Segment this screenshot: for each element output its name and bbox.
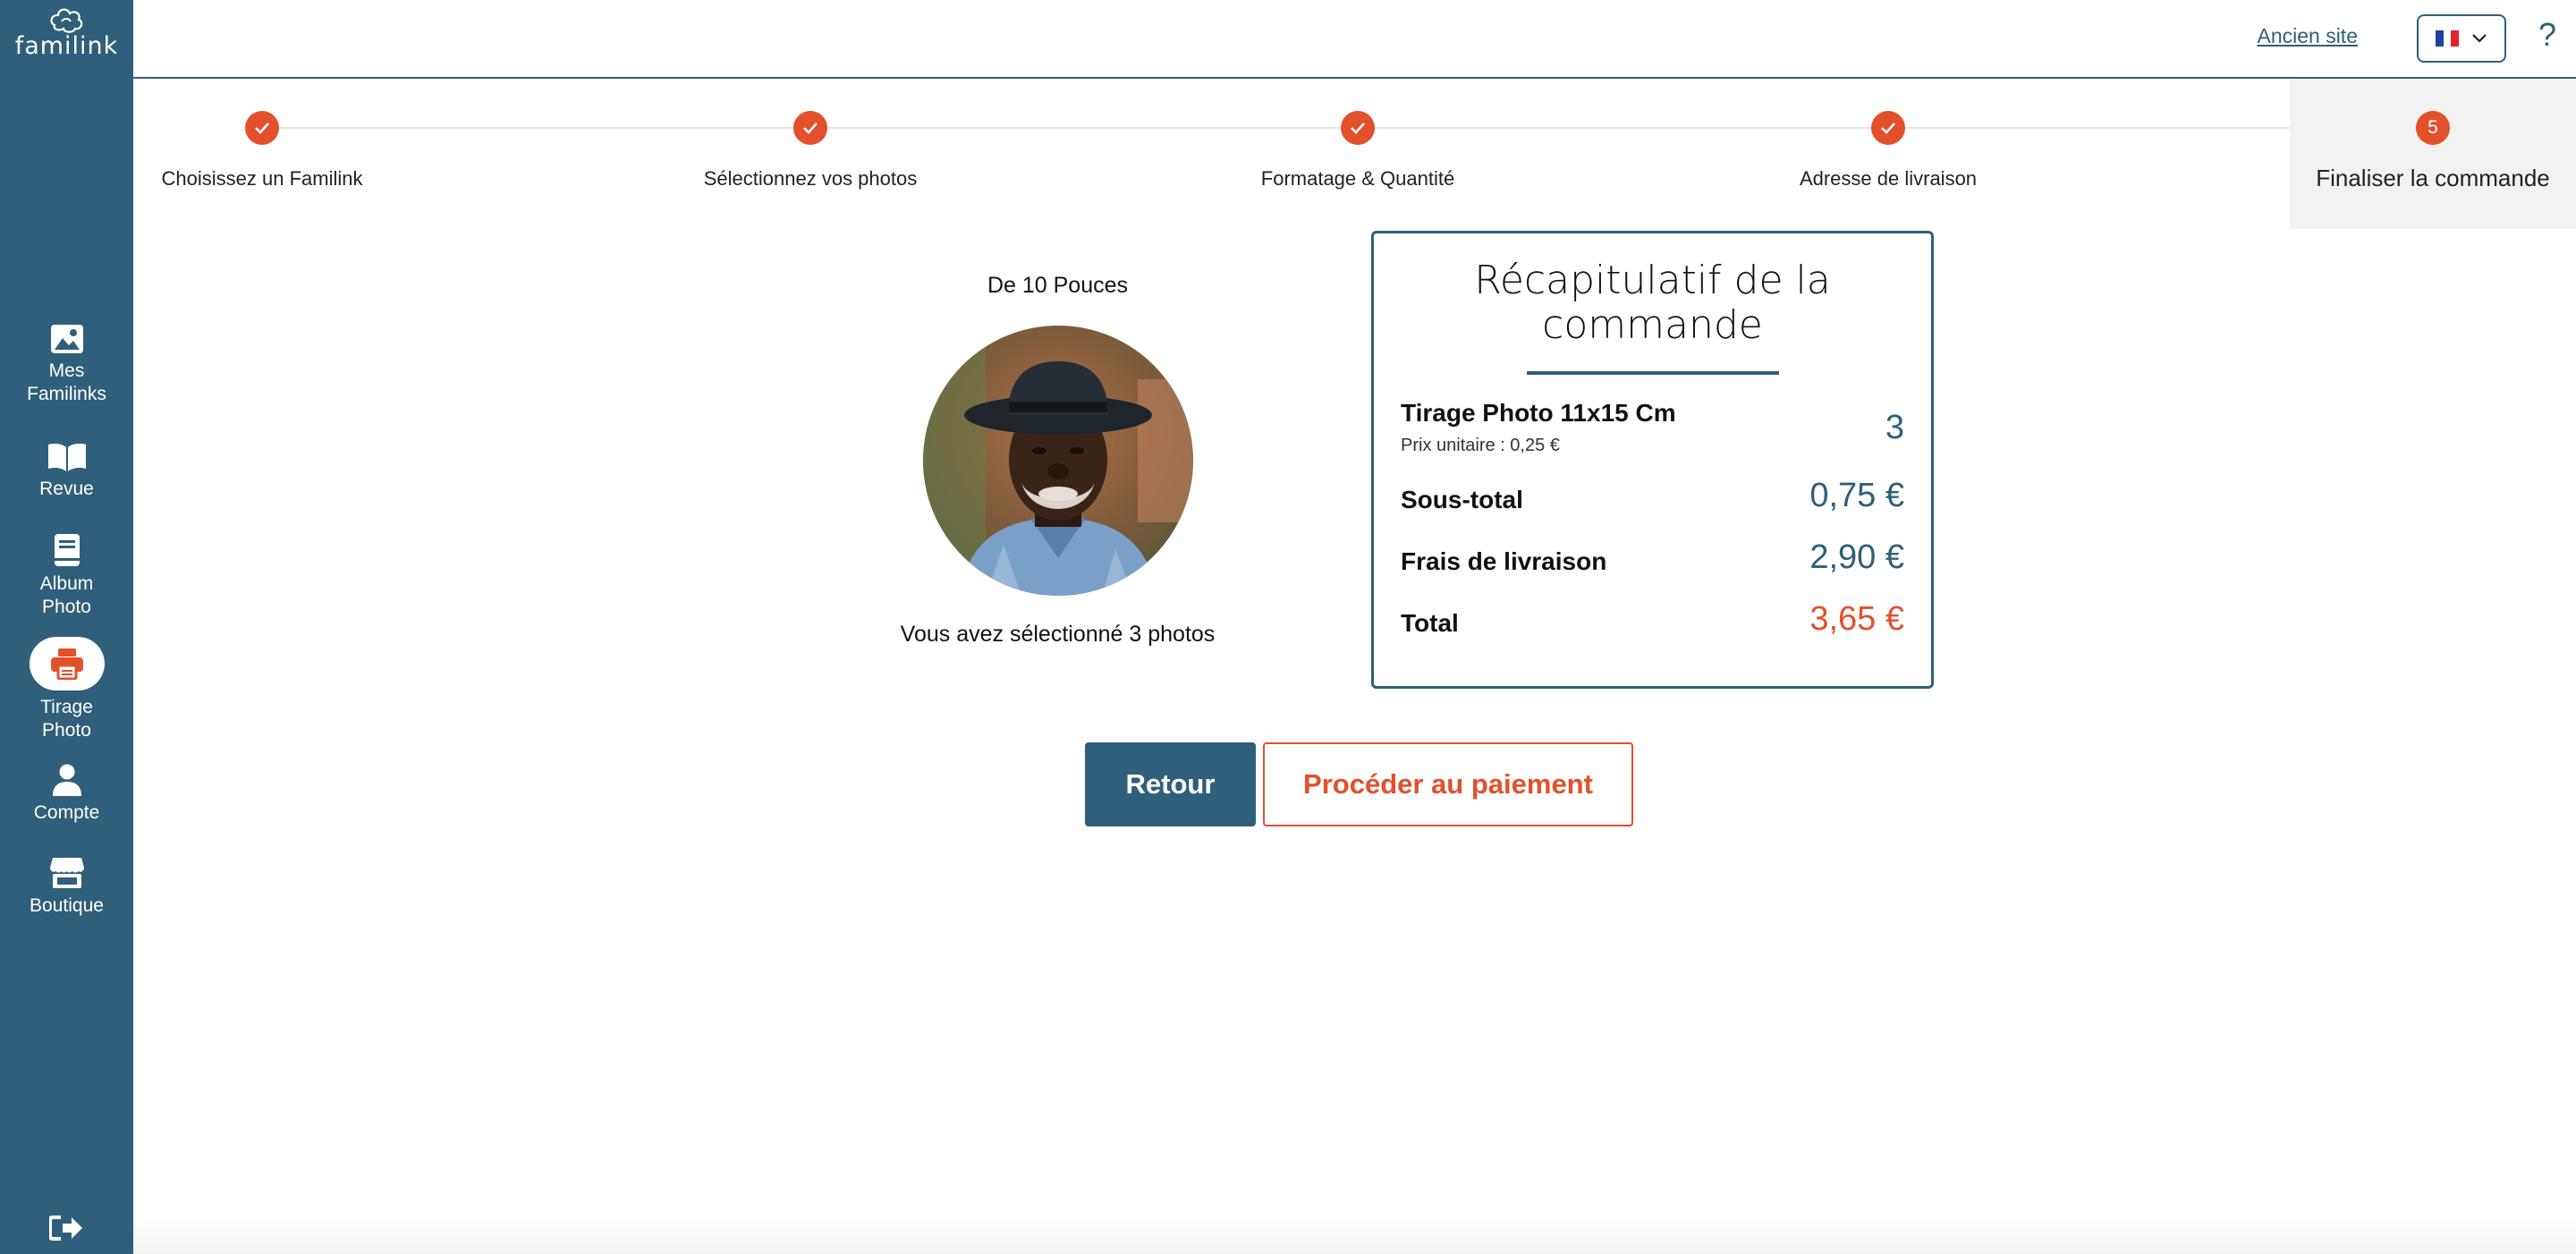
shipping-label: Frais de livraison [1401, 547, 1607, 575]
check-icon [1341, 111, 1375, 145]
selection-count-text: Vous avez sélectionné 3 photos [900, 622, 1216, 647]
top-header: Ancien site ? [133, 0, 2576, 79]
store-icon [49, 858, 84, 888]
subtotal-label: Sous-total [1401, 486, 1523, 513]
bottom-shadow [133, 1216, 2576, 1254]
sidebar-item-label: Tirage Photo [40, 697, 93, 741]
old-site-link[interactable]: Ancien site [2257, 24, 2358, 48]
language-select[interactable] [2417, 14, 2506, 63]
help-button[interactable]: ? [2538, 16, 2556, 54]
check-icon [1871, 111, 1905, 145]
sidebar-item-label: Mes Familinks [27, 360, 106, 404]
portrait-image [923, 326, 1193, 596]
chevron-down-icon [2472, 34, 2487, 43]
step-label: Finaliser la commande [2316, 165, 2550, 191]
sidebar-item-boutique[interactable]: Boutique [0, 857, 133, 918]
proceed-to-payment-button[interactable]: Procéder au paiement [1263, 742, 1633, 826]
total-value: 3,65 € [1809, 600, 1904, 638]
step-label: Formatage & Quantité [1260, 167, 1455, 190]
logo-text: familink [14, 32, 119, 60]
active-indicator [29, 637, 105, 691]
title-underline [1527, 371, 1779, 375]
familink-logo[interactable]: familink [0, 5, 133, 60]
progress-steps: Choisissez un Familink Sélectionnez vos … [133, 79, 2576, 231]
sidebar-item-revue[interactable]: Revue [0, 442, 133, 501]
step-label: Adresse de livraison [1799, 167, 1978, 190]
product-photo [923, 326, 1193, 596]
sidebar-item-mes-familinks[interactable]: Mes Familinks [0, 324, 133, 406]
total-label: Total [1401, 609, 1459, 637]
item-name: Tirage Photo 11x15 Cm [1401, 399, 1676, 427]
check-icon [793, 111, 827, 145]
logo-icon [49, 8, 82, 33]
sidebar-item-label: Boutique [30, 895, 104, 916]
sidebar-item-compte[interactable]: Compte [0, 764, 133, 825]
back-button[interactable]: Retour [1085, 742, 1256, 826]
sidebar-item-label: Revue [39, 479, 94, 499]
logout-icon[interactable] [49, 1215, 83, 1241]
step-label: Sélectionnez vos photos [703, 167, 918, 190]
step-finalize-order: 5 Finaliser la commande [2290, 79, 2576, 229]
book-icon [47, 444, 86, 471]
sidebar-item-album-photo[interactable]: Album Photo [0, 533, 133, 619]
step-number: 5 [2416, 111, 2450, 145]
printer-icon [50, 648, 83, 680]
user-icon [52, 764, 81, 796]
image-icon [50, 325, 83, 353]
shipping-value: 2,90 € [1809, 538, 1904, 576]
sidebar-item-tirage-photo[interactable]: Tirage Photo [0, 637, 133, 742]
order-summary-card: Récapitulatif de la commande Tirage Phot… [1371, 231, 1934, 689]
order-summary-title: Récapitulatif de la commande [1474, 258, 1831, 348]
product-title: De 10 Pouces [987, 273, 1129, 298]
album-icon [54, 534, 80, 566]
sidebar-item-label: Compte [33, 802, 100, 823]
subtotal-value: 0,75 € [1809, 477, 1904, 514]
french-flag-icon [2436, 30, 2460, 47]
check-icon [245, 111, 279, 145]
sidebar-item-label: Album Photo [39, 573, 94, 617]
unit-price: Prix unitaire : 0,25 € [1401, 436, 1560, 455]
item-quantity: 3 [1885, 409, 1904, 446]
step-label: Choisissez un Familink [161, 167, 363, 190]
